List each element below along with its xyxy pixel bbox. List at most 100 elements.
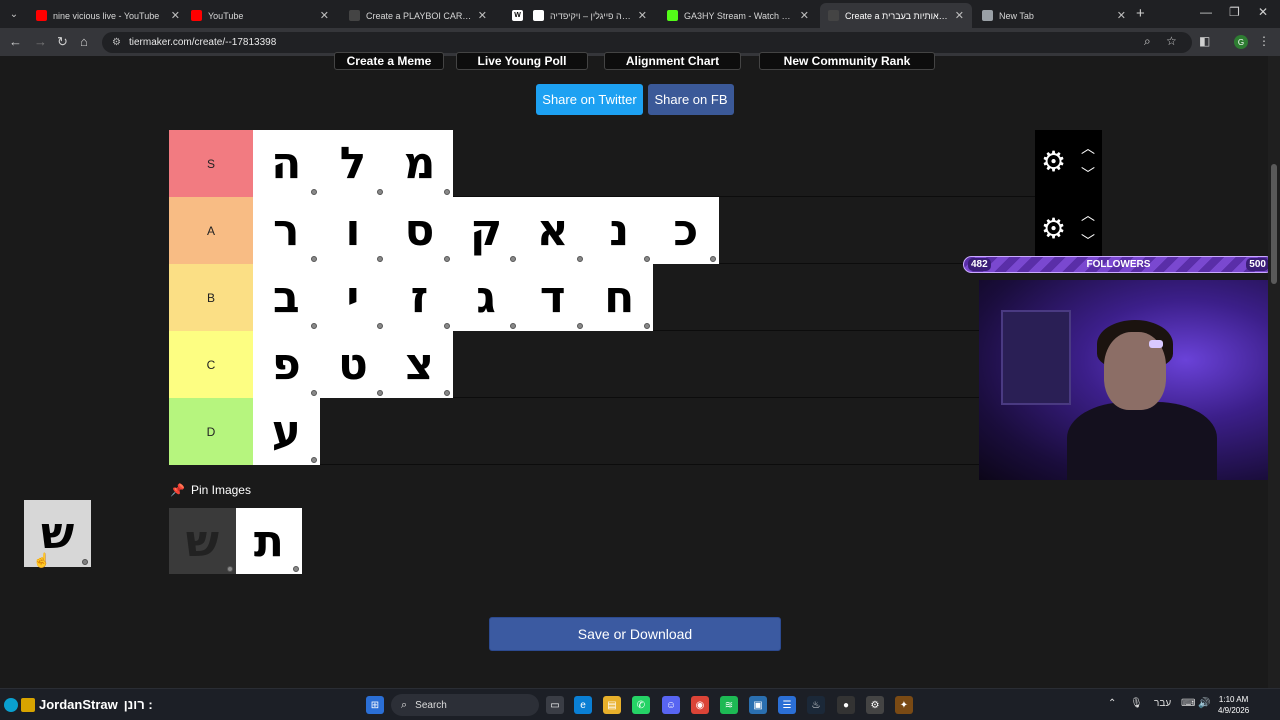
settings-icon[interactable]: ⚙ [866,696,884,714]
chevron-down-icon[interactable]: ﹀ [1081,231,1095,251]
obs-icon[interactable]: ● [837,696,855,714]
maximize-icon[interactable]: ❐ [1229,5,1240,19]
letter-tile[interactable]: צ [386,331,453,398]
letter-tile[interactable]: ל [319,130,387,197]
tier-label[interactable]: D [169,398,253,465]
letter-tile[interactable]: ג [452,264,520,331]
mic-icon[interactable]: 🎙 [1130,698,1143,709]
bookmark-star-icon[interactable]: ☆ [1166,34,1177,48]
letter-tile[interactable]: מ [386,130,453,197]
chevron-down-icon[interactable]: ﹀ [1081,164,1095,184]
close-tab-icon[interactable]: ✕ [478,9,487,22]
close-window-icon[interactable]: ✕ [1258,5,1268,19]
chevron-up-icon[interactable]: ︿ [1081,138,1095,158]
pin-images-toggle[interactable]: 📌 Pin Images [170,483,251,497]
letter-tile[interactable]: כ [652,197,720,264]
browser-menu-icon[interactable]: ⋮ [1258,34,1270,48]
browser-tab[interactable]: New Tab ✕ [974,3,1134,28]
letter-tile[interactable]: ר [253,197,320,264]
letter-tile[interactable]: ב [253,264,320,331]
back-icon[interactable]: ← [9,34,22,49]
browser-tab[interactable]: W [504,3,524,28]
tab-search-icon[interactable]: ⌄ [0,0,28,28]
browser-tab[interactable]: משה פייגלין – ויקיפדיה ✕ [525,3,655,28]
letter-tile-char: ל [339,138,367,189]
close-tab-icon[interactable]: ✕ [955,9,964,22]
tier-label[interactable]: A [169,197,253,264]
home-icon[interactable]: ⌂ [80,34,88,49]
share-twitter-button[interactable]: Share on Twitter [536,84,643,115]
close-tab-icon[interactable]: ✕ [800,9,809,22]
app-icon[interactable]: ✦ [895,696,913,714]
zoom-icon[interactable]: ⌕ [1144,34,1151,49]
network-icon[interactable]: ⌨ [1181,698,1195,709]
letter-tile-char: ה [271,138,302,189]
chevron-up-icon[interactable]: ︿ [1081,205,1095,225]
tier-label[interactable]: B [169,264,253,331]
close-tab-icon[interactable]: ✕ [320,9,329,22]
new-tab-icon[interactable]: + [1136,5,1145,22]
letter-tile[interactable]: ט [319,331,387,398]
letter-tile[interactable]: נ [585,197,653,264]
tile-handle [377,323,384,329]
discord-icon[interactable]: ☺ [662,696,680,714]
browser-tab[interactable]: GA3HY Stream - Watch Live on ✕ [659,3,817,28]
letter-tile[interactable]: ס [386,197,453,264]
gear-icon[interactable]: ⚙ [1041,147,1066,177]
tier-label[interactable]: S [169,130,253,197]
letter-tile[interactable]: ק [452,197,520,264]
close-tab-icon[interactable]: ✕ [171,9,180,22]
profile-avatar[interactable]: G [1234,35,1248,49]
taskbar-search[interactable]: ⌕ Search [391,694,539,716]
steam-icon[interactable]: ♨ [807,696,825,714]
browser-tab[interactable]: YouTube ✕ [183,3,337,28]
create-meme-button[interactable]: Create a Meme [334,52,444,70]
letter-tile[interactable]: פ [253,331,320,398]
scrollbar-thumb[interactable] [1271,164,1277,284]
browser-tab[interactable]: Create a PLAYBOI CARTI SONG ✕ [341,3,495,28]
close-tab-icon[interactable]: ✕ [638,9,647,22]
tile-handle [226,566,233,572]
browser-tab[interactable]: nine vicious live - YouTube ✕ [28,3,188,28]
notepad-icon[interactable]: ☰ [778,696,796,714]
page-scrollbar[interactable] [1268,56,1280,688]
edge-icon[interactable]: e [574,696,592,714]
extensions-icon[interactable]: ◧ [1199,34,1210,48]
letter-tile[interactable]: ע [253,398,320,465]
placeholder-tile[interactable]: ש [169,508,236,574]
close-tab-icon[interactable]: ✕ [1117,9,1126,22]
letter-tile[interactable]: י [319,264,387,331]
volume-icon[interactable]: 🔊 [1198,698,1210,709]
forward-icon[interactable]: → [34,34,47,49]
share-fb-button[interactable]: Share on FB [648,84,734,115]
save-download-button[interactable]: Save or Download [489,617,781,651]
live-poll-button[interactable]: Live Young Poll [456,52,588,70]
whatsapp-icon[interactable]: ✆ [632,696,650,714]
browser-tab[interactable]: Create a אותיות בעברית Tier Li ✕ [820,3,972,28]
letter-tile[interactable]: ת [235,508,303,574]
reload-icon[interactable]: ↻ [57,34,68,50]
letter-tile[interactable]: א [519,197,586,264]
letter-tile[interactable]: ו [319,197,387,264]
tier-label[interactable]: C [169,331,253,398]
letter-tile[interactable]: ז [386,264,453,331]
letter-tile-char: א [536,205,569,256]
start-icon[interactable]: ⊞ [366,696,384,714]
letter-tile[interactable]: ח [585,264,653,331]
system-clock[interactable]: 1:10 AM 4/9/2026 [1218,694,1249,716]
alignment-chart-button[interactable]: Alignment Chart [604,52,741,70]
spotify-icon[interactable]: ≋ [720,696,738,714]
gear-icon[interactable]: ⚙ [1041,214,1066,244]
chrome-icon[interactable]: ◉ [691,696,709,714]
photos-icon[interactable]: ▣ [749,696,767,714]
letter-tile[interactable]: ה [253,130,320,197]
url-field[interactable]: ⚙ tiermaker.com/create/--17813398 [102,32,1192,53]
file-explorer-icon[interactable]: ▤ [603,696,621,714]
tray-chevron-icon[interactable]: ⌃ [1108,698,1116,709]
community-rank-button[interactable]: New Community Rank [759,52,935,70]
task-view-icon[interactable]: ▭ [546,696,564,714]
minimize-icon[interactable]: — [1200,5,1212,19]
letter-tile[interactable]: ד [519,264,586,331]
site-info-icon[interactable]: ⚙ [112,37,121,48]
language-indicator[interactable]: עבר [1154,698,1171,709]
